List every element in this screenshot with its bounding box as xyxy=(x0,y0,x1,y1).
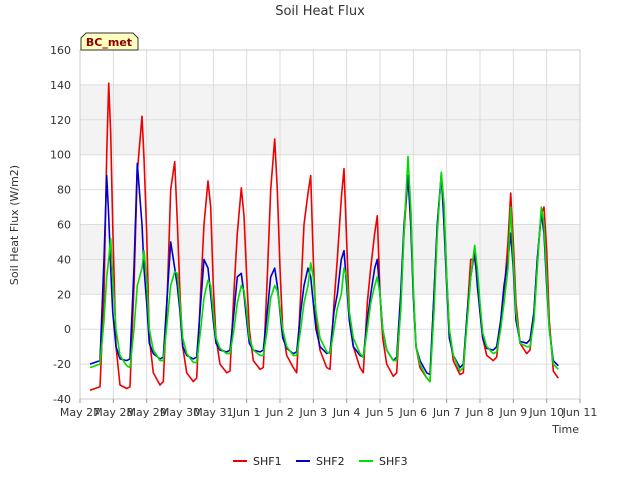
y-tick-label: 40 xyxy=(57,253,71,266)
x-tick-label: Jun 11 xyxy=(562,406,598,419)
x-tick-label: Jun 10 xyxy=(528,406,564,419)
y-axis-label: Soil Heat Flux (W/m2) xyxy=(8,165,21,285)
legend: SHF1 SHF2 SHF3 xyxy=(233,455,408,468)
x-axis-ticks: May 27May 28May 29May 30May 31 Jun 1 Jun 2… xyxy=(60,399,597,419)
soil-heat-flux-chart: Soil Heat Flux -40 -20 0 20 40 60 80 100 120 140 1… xyxy=(8,4,597,468)
x-tick-label: Jun 2 xyxy=(265,406,294,419)
y-tick-label: 120 xyxy=(50,114,71,127)
y-tick-label: 20 xyxy=(57,288,71,301)
x-tick-label: Jun 5 xyxy=(365,406,394,419)
site-label: BC_met xyxy=(86,36,132,49)
x-tick-label: May 31 xyxy=(193,406,233,419)
y-axis-ticks: -40 -20 0 20 40 60 80 100 120 140 160 xyxy=(50,44,71,406)
legend-label-shf3: SHF3 xyxy=(379,455,408,468)
y-tick-label: 60 xyxy=(57,219,71,232)
x-tick-label: Jun 6 xyxy=(398,406,427,419)
x-tick-label: Jun 9 xyxy=(498,406,527,419)
x-tick-label: Jun 7 xyxy=(432,406,461,419)
legend-label-shf1: SHF1 xyxy=(253,455,282,468)
legend-label-shf2: SHF2 xyxy=(316,455,345,468)
x-axis-label: Time xyxy=(551,423,579,436)
y-tick-label: 140 xyxy=(50,79,71,92)
y-tick-label: -40 xyxy=(53,393,71,406)
chart-title: Soil Heat Flux xyxy=(275,4,365,19)
y-tick-label: 80 xyxy=(57,184,71,197)
y-tick-label: 100 xyxy=(50,149,71,162)
y-tick-label: 0 xyxy=(64,323,71,336)
x-tick-label: Jun 4 xyxy=(332,406,361,419)
site-label-box: BC_met xyxy=(80,32,139,51)
x-tick-label: Jun 1 xyxy=(232,406,261,419)
y-tick-label: -20 xyxy=(53,358,71,371)
x-tick-label: Jun 3 xyxy=(298,406,327,419)
y-tick-label: 160 xyxy=(50,44,71,57)
x-tick-label: Jun 8 xyxy=(465,406,494,419)
